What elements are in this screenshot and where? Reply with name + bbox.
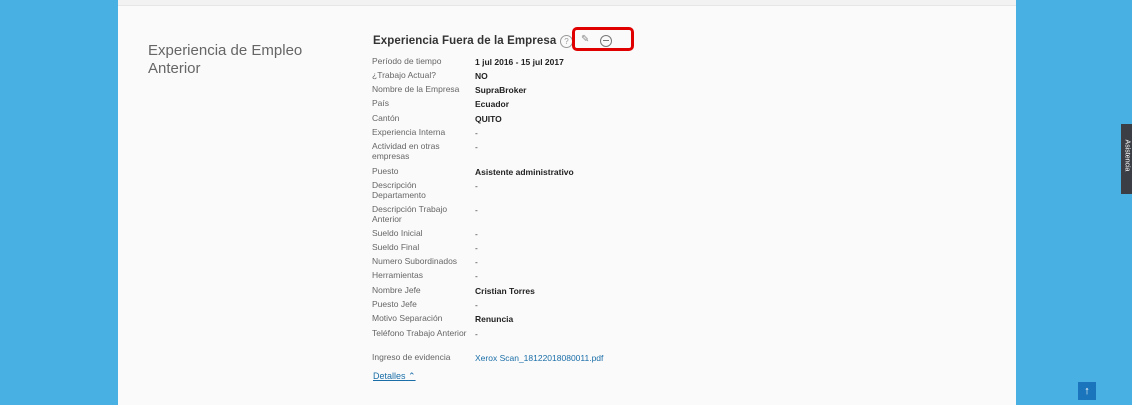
field-value: - — [475, 257, 478, 267]
field-label: Nombre de la Empresa — [372, 84, 460, 94]
field-value: 1 jul 2016 - 15 jul 2017 — [475, 57, 564, 67]
field-value: - — [475, 142, 478, 152]
field-label: Motivo Separación — [372, 313, 443, 323]
field-value: - — [475, 243, 478, 253]
profile-panel: Experiencia de Empleo Anterior Experienc… — [118, 0, 1016, 405]
field-label: Sueldo Inicial — [372, 228, 423, 238]
field-label: Herramientas — [372, 270, 424, 280]
field-value: - — [475, 205, 478, 215]
details-label: Detalles — [373, 371, 406, 381]
assistance-tab-label: Asistencia — [1123, 139, 1131, 172]
field-label: Puesto Jefe — [372, 299, 417, 309]
field-value: Cristian Torres — [475, 286, 535, 296]
chevron-up-icon: ⌃ — [408, 371, 416, 381]
field-label: País — [372, 98, 390, 108]
field-label: Experiencia Interna — [372, 127, 446, 137]
field-value: SupraBroker — [475, 85, 527, 95]
field-value: - — [475, 229, 478, 239]
evidence-file-link[interactable]: Xerox Scan_18122018080011.pdf — [475, 353, 775, 363]
field-value: Renuncia — [475, 314, 514, 324]
field-label: ¿Trabajo Actual? — [372, 70, 436, 80]
field-label: Descripción Trabajo Anterior — [372, 204, 448, 224]
field-label: Período de tiempo — [372, 56, 442, 66]
panel-top-bar — [118, 0, 1016, 6]
field-value: - — [475, 181, 478, 191]
field-value: Asistente administrativo — [475, 167, 574, 177]
field-value: - — [475, 300, 478, 310]
field-label: Numero Subordinados — [372, 256, 458, 266]
field-value: - — [475, 329, 478, 339]
field-label: Sueldo Final — [372, 242, 420, 252]
field-label: Descripción Departamento — [372, 180, 426, 200]
field-label: Actividad en otras empresas — [372, 141, 440, 161]
field-value: Ecuador — [475, 99, 510, 109]
highlight-box — [572, 27, 634, 51]
field-value: NO — [475, 71, 488, 81]
field-label: Puesto — [372, 166, 399, 176]
field-value: QUITO — [475, 114, 502, 124]
section-title: Experiencia de Empleo Anterior — [148, 42, 303, 77]
block-title: Experiencia Fuera de la Empresa — [373, 35, 557, 47]
field-label: Teléfono Trabajo Anterior — [372, 328, 467, 338]
field-value: - — [475, 128, 478, 138]
details-link[interactable]: Detalles ⌃ — [373, 371, 416, 382]
field-value: - — [475, 271, 478, 281]
field-label: Cantón — [372, 113, 400, 123]
field-label: Nombre Jefe — [372, 285, 421, 295]
scroll-to-top-button[interactable]: ↑ — [1078, 382, 1096, 400]
assistance-tab[interactable]: Asistencia — [1121, 124, 1132, 194]
field-label: Ingreso de evidencia — [372, 352, 451, 362]
